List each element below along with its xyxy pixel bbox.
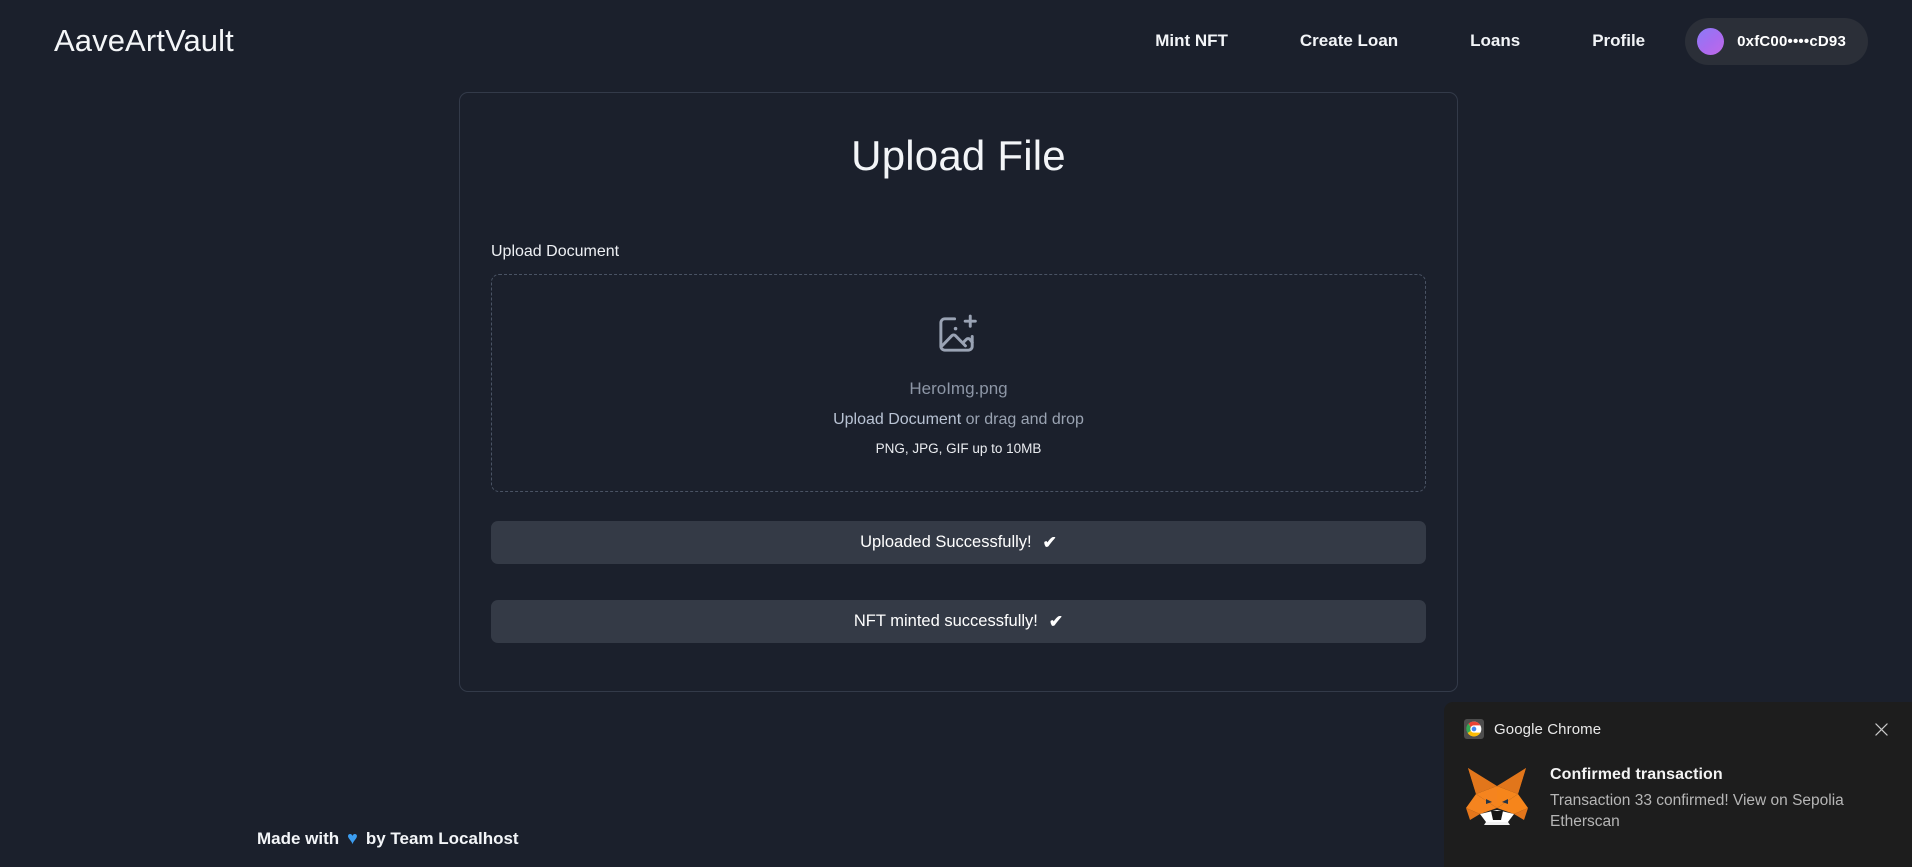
toast-text-block: Confirmed transaction Transaction 33 con… <box>1550 762 1870 833</box>
brand-logo[interactable]: AaveArtVault <box>54 23 234 59</box>
file-type-hint: PNG, JPG, GIF up to 10MB <box>875 440 1042 456</box>
page-title: Upload File <box>851 132 1066 179</box>
footer-suffix: by Team Localhost <box>365 828 519 848</box>
mint-status-button[interactable]: NFT minted successfully! ✔ <box>491 600 1426 643</box>
mint-status-label: NFT minted successfully! <box>853 612 1038 630</box>
wallet-avatar-circle <box>1697 27 1725 55</box>
nav-links-group: Mint NFT Create Loan Loans Profile 0xfC0… <box>1155 17 1868 65</box>
image-plus-icon <box>935 311 982 363</box>
file-dropzone[interactable]: HeroImg.png Upload Document or drag and … <box>491 274 1426 492</box>
close-icon[interactable] <box>1870 718 1892 740</box>
nav-mint-nft[interactable]: Mint NFT <box>1155 23 1228 59</box>
toast-message: Transaction 33 confirmed! View on Sepoli… <box>1550 792 1844 831</box>
chrome-icon <box>1464 719 1484 739</box>
upload-document-link[interactable]: Upload Document <box>833 411 961 428</box>
wallet-address-label: 0xfC00••••cD93 <box>1737 32 1846 50</box>
nav-loans[interactable]: Loans <box>1470 23 1520 59</box>
toast-title: Confirmed transaction <box>1550 766 1723 783</box>
top-navbar: AaveArtVault Mint NFT Create Loan Loans … <box>0 0 1912 82</box>
toast-body: Confirmed transaction Transaction 33 con… <box>1464 762 1892 833</box>
footer-prefix: Made with <box>257 828 340 848</box>
upload-file-card: Upload File Upload Document HeroImg.png … <box>459 92 1458 692</box>
footer-credit: Made with ♥ by Team Localhost <box>257 828 519 849</box>
heart-icon: ♥ <box>347 828 358 848</box>
nav-create-loan[interactable]: Create Loan <box>1300 23 1398 59</box>
upload-document-label: Upload Document <box>491 243 620 260</box>
selected-filename: HeroImg.png <box>909 378 1008 398</box>
toast-app-name: Google Chrome <box>1494 720 1602 738</box>
metamask-fox-icon <box>1464 764 1530 826</box>
toast-header: Google Chrome <box>1464 718 1892 740</box>
upload-status-button[interactable]: Uploaded Successfully! ✔ <box>491 521 1426 564</box>
wallet-address-button[interactable]: 0xfC00••••cD93 <box>1685 17 1868 65</box>
nav-profile[interactable]: Profile <box>1592 23 1645 59</box>
check-icon: ✔ <box>1042 533 1057 552</box>
drag-and-drop-text: or drag and drop <box>961 410 1084 428</box>
upload-status-label: Uploaded Successfully! <box>860 533 1032 551</box>
chrome-notification-toast[interactable]: Google Chrome Confirmed transaction Tran… <box>1444 702 1912 867</box>
dropzone-action-text: Upload Document or drag and drop <box>833 411 1084 429</box>
check-icon: ✔ <box>1048 612 1064 631</box>
